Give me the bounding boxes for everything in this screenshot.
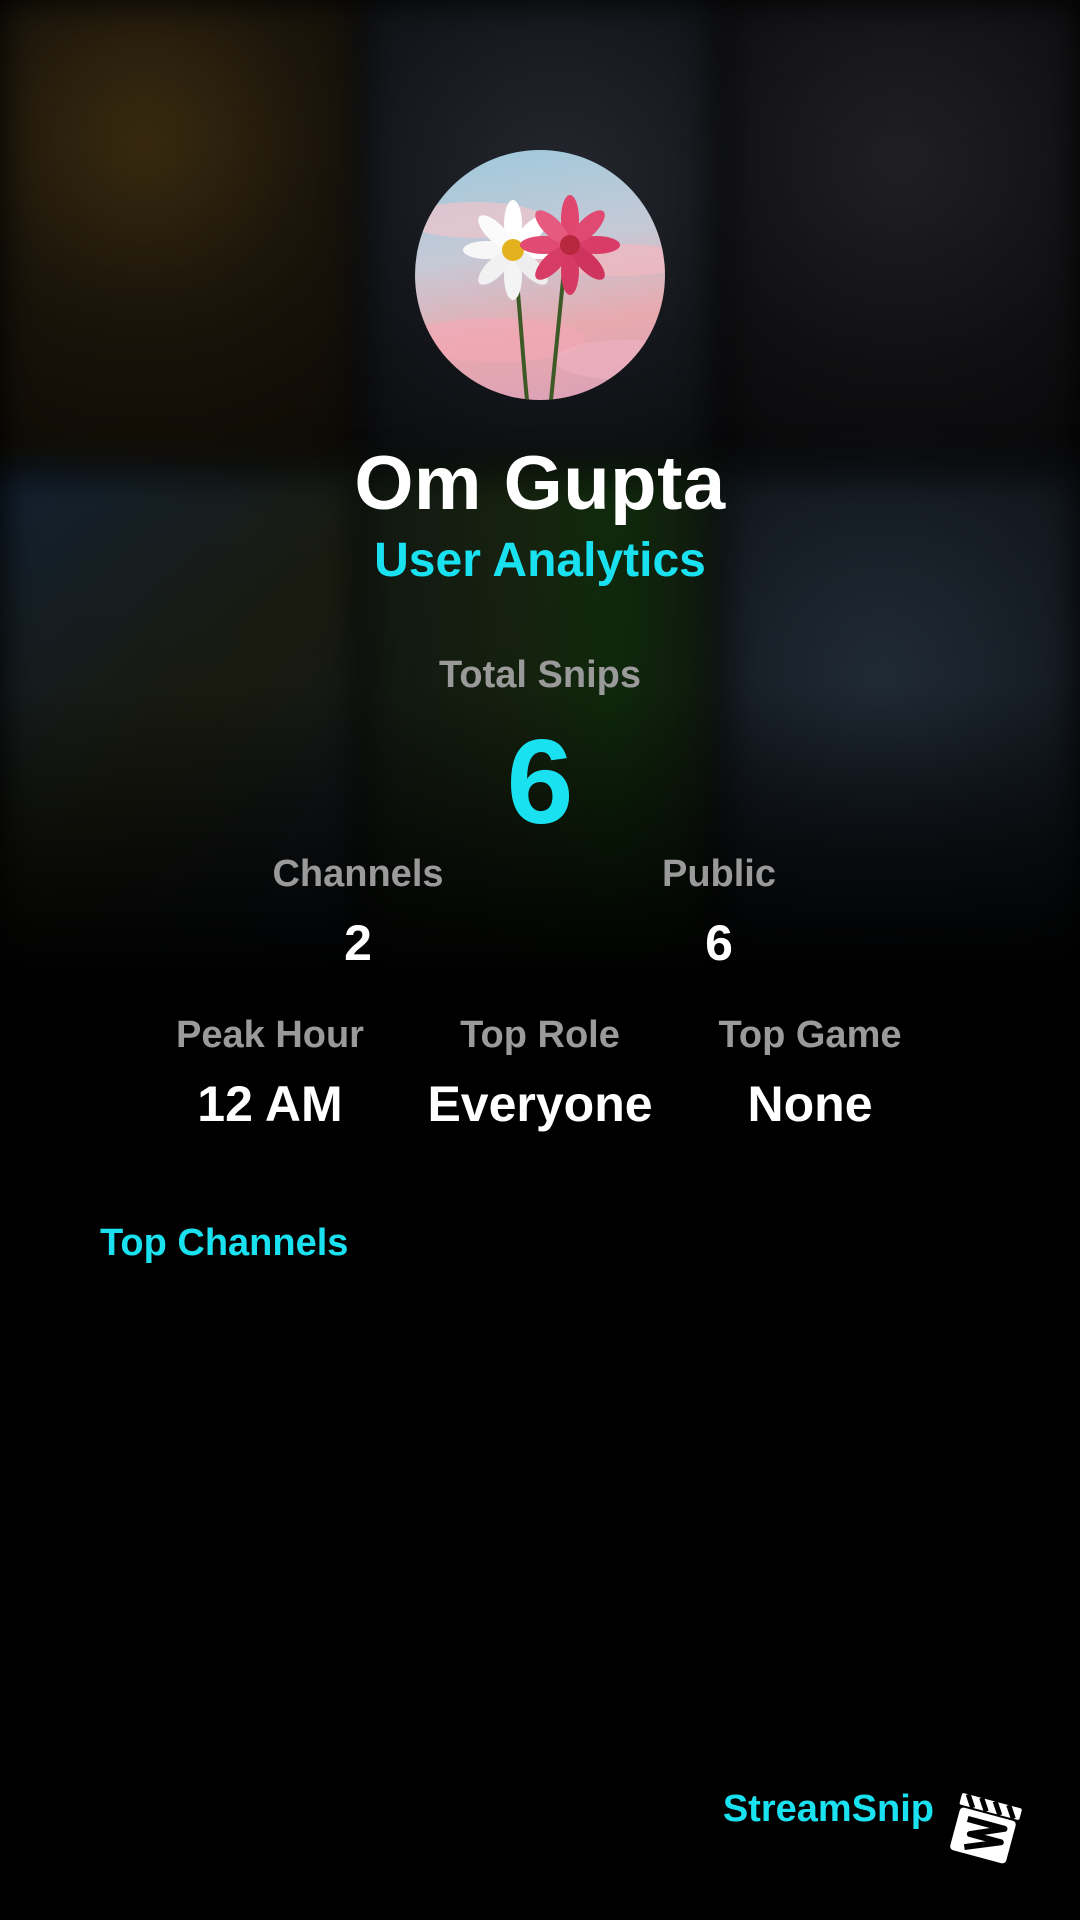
total-snips-value: 6 (506, 715, 574, 849)
stat-value: 6 (705, 915, 733, 971)
brand-name: StreamSnip (722, 1788, 934, 1830)
total-snips-label: Total Snips (439, 654, 641, 696)
analytics-card: Om Gupta User Analytics Total Snips 6 Ch… (0, 0, 1080, 1920)
stat-label: Top Role (460, 1014, 620, 1056)
stat-channels: Channels 2 (208, 853, 508, 972)
stat-label: Top Game (718, 1014, 902, 1056)
stat-value: None (747, 1076, 873, 1132)
user-name: Om Gupta (354, 441, 726, 526)
avatar-flowers-image (415, 195, 665, 400)
stat-top-game: Top Game None (660, 1014, 960, 1133)
stat-peak-hour: Peak Hour 12 AM (120, 1014, 420, 1133)
stat-value: 2 (344, 915, 372, 971)
stat-public: Public 6 (569, 853, 869, 972)
avatar (415, 150, 665, 400)
top-channels-heading: Top Channels (100, 1222, 349, 1264)
stat-top-role: Top Role Everyone (390, 1014, 690, 1133)
stat-value: 12 AM (197, 1076, 343, 1132)
clapperboard-icon (946, 1788, 1026, 1868)
stat-value: Everyone (427, 1076, 653, 1132)
stat-label: Peak Hour (176, 1014, 364, 1056)
stat-label: Public (661, 853, 777, 895)
stat-label: Channels (272, 853, 444, 895)
page-subtitle: User Analytics (374, 534, 706, 587)
